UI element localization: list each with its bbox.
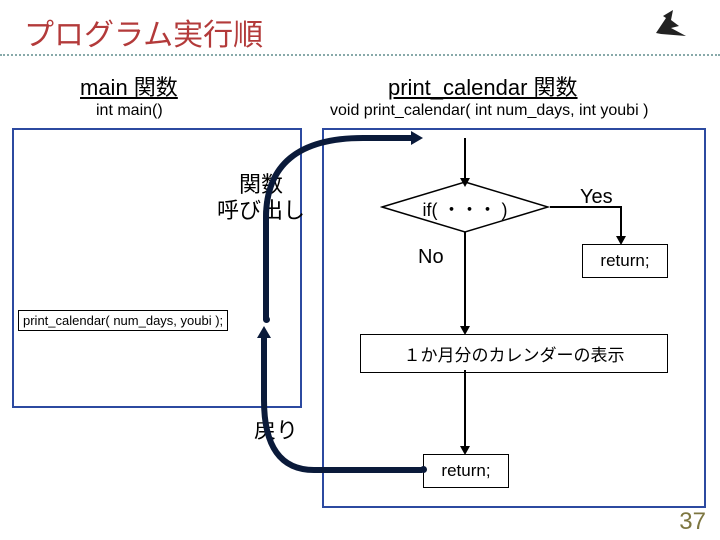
main-signature: int main() <box>96 102 163 120</box>
yes-arrow-down <box>620 206 622 238</box>
if-diamond: if( ・・・ ) <box>380 180 550 234</box>
return-dot <box>420 466 427 473</box>
printcal-signature: void print_calendar( int num_days, int y… <box>330 102 648 120</box>
return-top: return; <box>582 244 668 278</box>
arrow-into-if-head <box>460 178 470 187</box>
arrow-to-return2 <box>464 370 466 448</box>
call-statement: print_calendar( num_days, youbi ); <box>18 310 228 331</box>
yes-arrow2 <box>596 206 622 208</box>
witch-icon <box>644 8 698 48</box>
arrow-into-if <box>464 138 466 180</box>
page-number: 37 <box>679 508 706 536</box>
return-bottom: return; <box>423 454 509 488</box>
printcal-header: print_calendar 関数 <box>388 70 578 102</box>
yes-arrow <box>550 206 598 208</box>
slide-title: プログラム実行順 <box>24 10 263 54</box>
no-arrow <box>464 232 466 328</box>
no-label: No <box>418 246 444 269</box>
main-header: main 関数 <box>80 70 178 102</box>
if-condition: if( ・・・ ) <box>380 196 550 222</box>
title-divider <box>0 54 720 56</box>
